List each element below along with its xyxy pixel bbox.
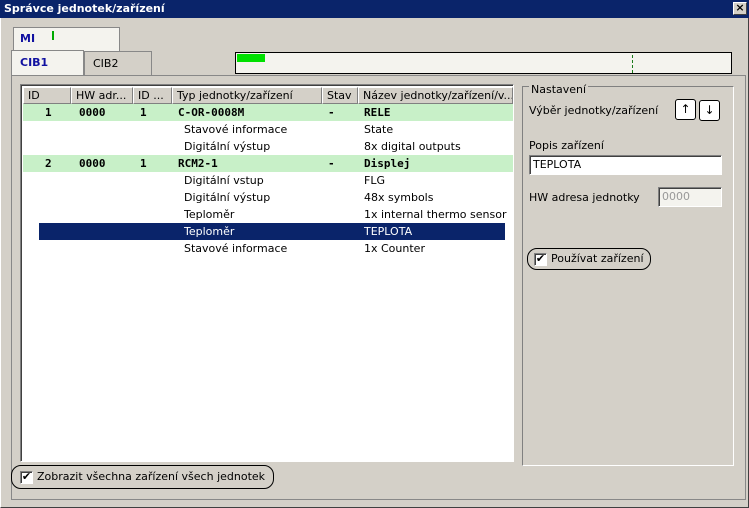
window-titlebar: Správce jednotek/zařízení × (0, 0, 749, 18)
cell-hw: 0000 (79, 106, 106, 119)
cell-name: Displej (364, 157, 411, 170)
show-all-devices-checkbox[interactable]: ✔ Zobrazit všechna zařízení všech jednote… (11, 465, 275, 489)
cell-name: 8x digital outputs (364, 140, 461, 153)
cell-id: 1 (45, 106, 52, 119)
hw-address-input: 0000 (658, 187, 722, 207)
cell-type: Digitální výstup (184, 140, 271, 153)
list-header: ID HW adr... ID ... Typ jednotky/zařízen… (23, 87, 513, 104)
device-row[interactable]: Teploměr TEPLOTA (39, 223, 505, 240)
show-all-label: Zobrazit všechna zařízení všech jednotek (37, 470, 266, 483)
column-header-id2[interactable]: ID ... (133, 87, 172, 104)
close-button[interactable]: × (733, 2, 747, 15)
tab-cib2[interactable]: CIB2 (84, 51, 152, 75)
device-row[interactable]: Stavové informace 1x Counter (23, 240, 513, 257)
cell-name: State (364, 123, 394, 136)
bus-activity-marker (632, 55, 633, 73)
next-device-button[interactable]: ↓ (699, 100, 720, 121)
column-header-id[interactable]: ID (23, 87, 71, 104)
cell-id2: 1 (140, 157, 147, 170)
cell-name: 1x internal thermo sensor (364, 208, 507, 221)
bus-activity-bar (235, 52, 732, 74)
description-input[interactable]: TEPLOTA (529, 155, 722, 175)
select-device-label: Výběr jednotky/zařízení (529, 104, 659, 117)
tab-mi-status-mark (52, 31, 54, 40)
cell-id2: 1 (140, 106, 147, 119)
cell-type: C-OR-0008M (178, 106, 245, 119)
previous-device-button[interactable]: ↑ (675, 99, 696, 120)
unit-row[interactable]: 1 0000 1 C-OR-0008M - RELE (23, 104, 513, 121)
tab-mi[interactable]: MI (13, 27, 120, 51)
cell-name: 1x Counter (364, 242, 425, 255)
description-label: Popis zařízení (529, 139, 604, 152)
column-header-name[interactable]: Název jednotky/zařízení/v... (358, 87, 513, 104)
column-header-state[interactable]: Stav (322, 87, 358, 104)
cell-hw: 0000 (79, 157, 106, 170)
tab-mi-label: MI (20, 32, 36, 45)
use-device-checkbox[interactable]: ✔ Používat zařízení (527, 248, 651, 270)
unit-row[interactable]: 2 0000 1 RCM2-1 - Displej (23, 155, 513, 172)
device-row[interactable]: Digitální výstup 8x digital outputs (23, 138, 513, 155)
column-header-type[interactable]: Typ jednotky/zařízení (172, 87, 322, 104)
cell-type: RCM2-1 (178, 157, 218, 170)
cell-type: Teploměr (184, 225, 235, 238)
cell-name: RELE (364, 106, 391, 119)
device-row[interactable]: Digitální výstup 48x symbols (23, 189, 513, 206)
device-list[interactable]: ID HW adr... ID ... Typ jednotky/zařízen… (20, 84, 514, 462)
cell-type: Digitální výstup (184, 191, 271, 204)
settings-title: Nastavení (529, 83, 589, 96)
device-row[interactable]: Teploměr 1x internal thermo sensor (23, 206, 513, 223)
cell-type: Teploměr (184, 208, 235, 221)
cell-name: TEPLOTA (364, 225, 413, 238)
device-row[interactable]: Stavové informace State (23, 121, 513, 138)
device-row[interactable]: Digitální vstup FLG (23, 172, 513, 189)
window-title: Správce jednotek/zařízení (4, 2, 165, 15)
tab-cib1[interactable]: CIB1 (11, 50, 84, 76)
cell-type: Stavové informace (184, 242, 288, 255)
cell-state: - (328, 157, 335, 170)
cell-type: Stavové informace (184, 123, 288, 136)
show-all-check-icon[interactable]: ✔ (20, 470, 33, 484)
bus-activity-fill (237, 54, 265, 62)
cell-state: - (328, 106, 335, 119)
cell-type: Digitální vstup (184, 174, 264, 187)
hw-address-label: HW adresa jednotky (529, 191, 640, 204)
column-header-hw-address[interactable]: HW adr... (71, 87, 133, 104)
use-device-label: Používat zařízení (551, 252, 644, 265)
cell-name: 48x symbols (364, 191, 434, 204)
cell-name: FLG (364, 174, 385, 187)
cell-id: 2 (45, 157, 52, 170)
use-device-check-icon[interactable]: ✔ (534, 252, 547, 266)
